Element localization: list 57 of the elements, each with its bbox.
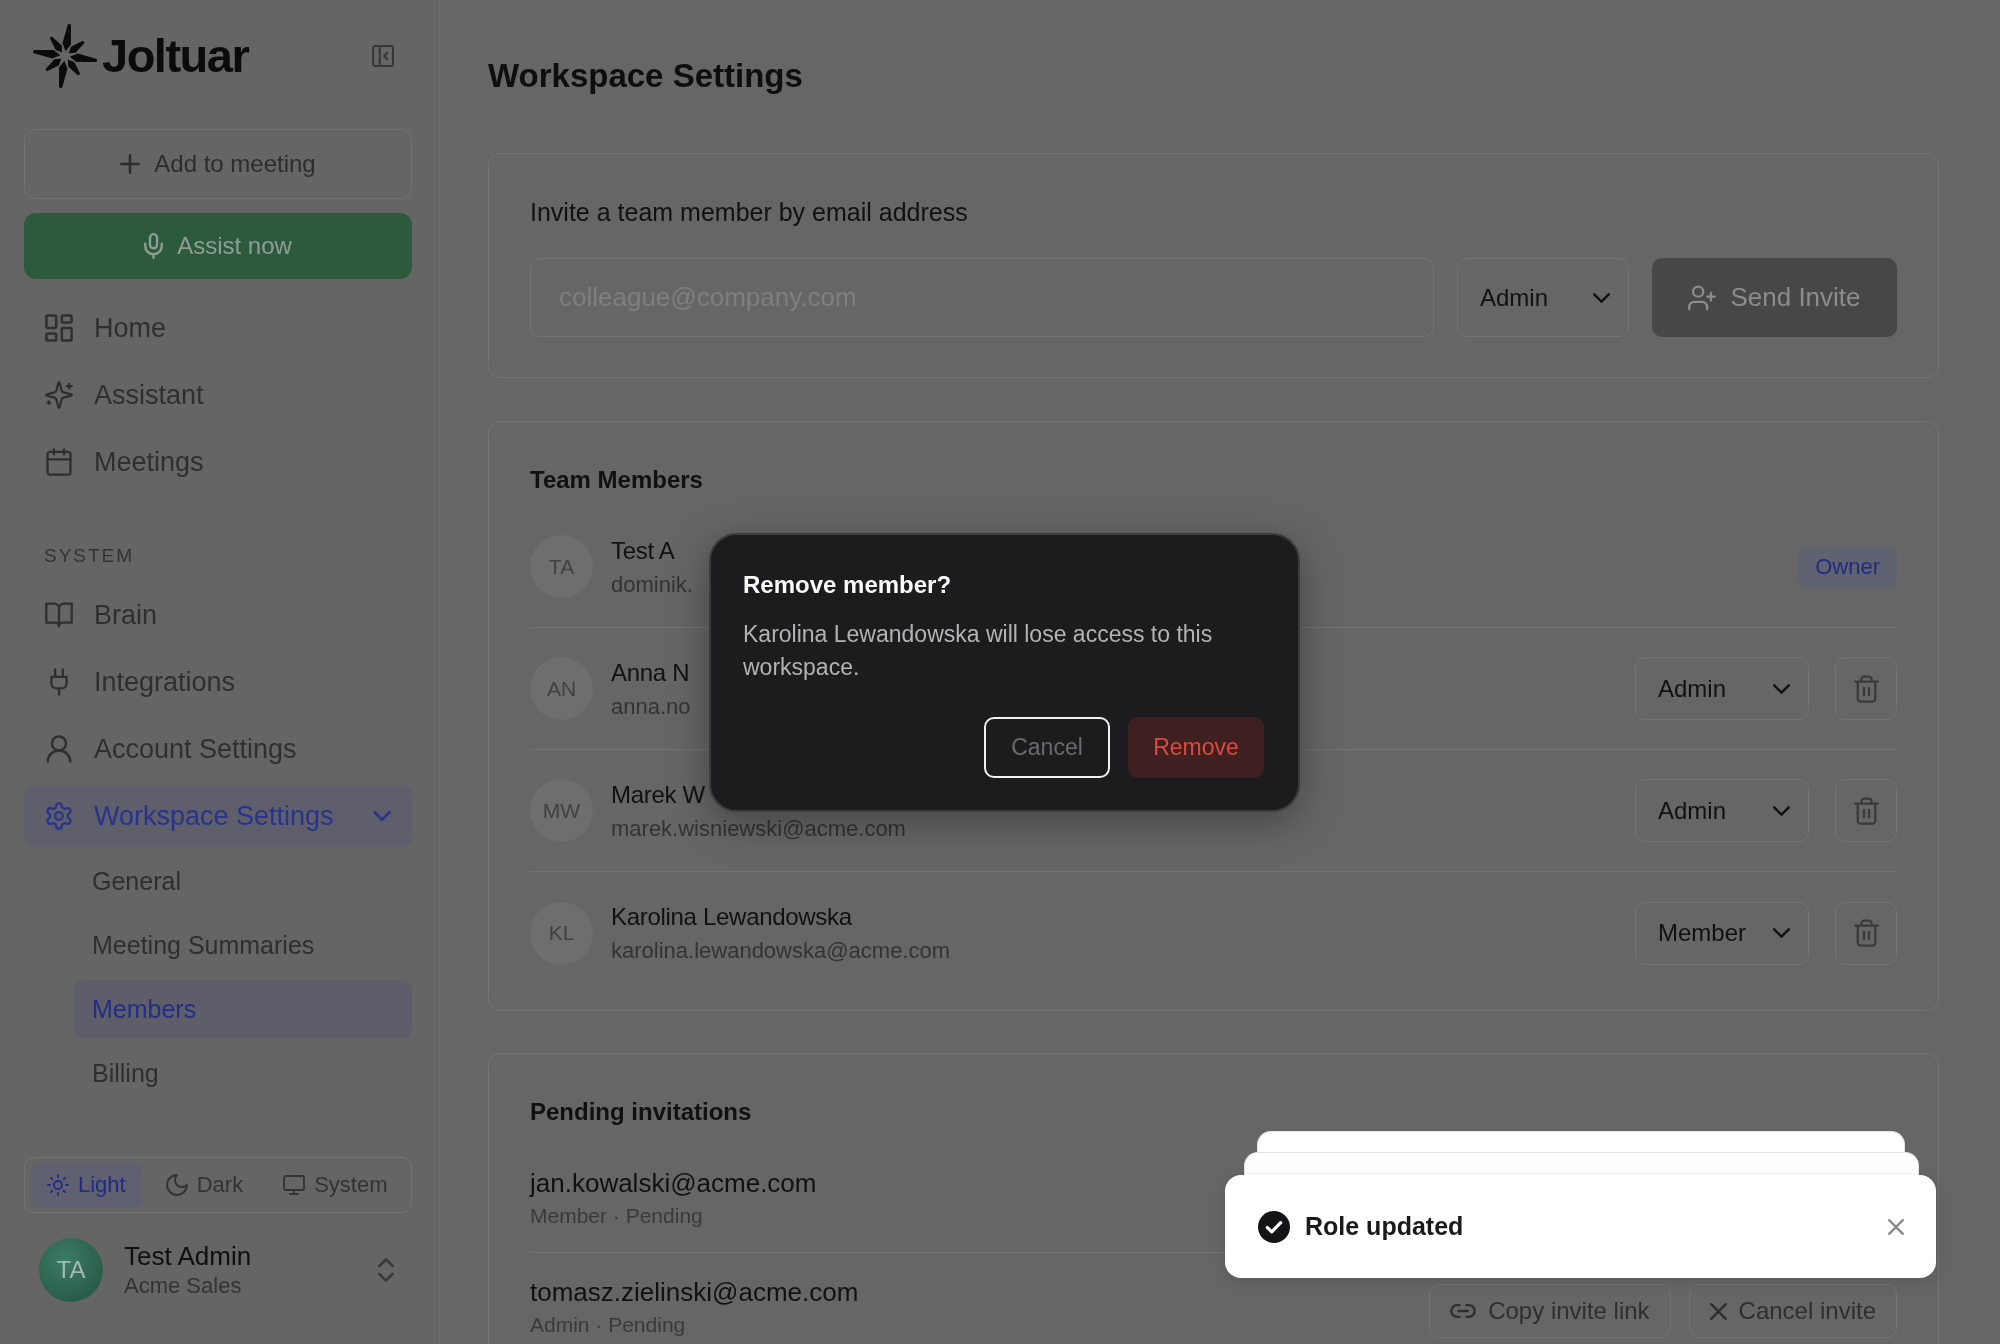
assist-now-button[interactable]: Assist now [24, 213, 412, 279]
member-name: Test A [611, 535, 675, 566]
section-heading: Pending invitations [530, 1097, 753, 1127]
settings-icon [45, 802, 73, 830]
chevron-down-icon [1773, 928, 1790, 938]
invitation-email: tomasz.zielinski@acme.com [530, 1276, 859, 1308]
chevron-down-icon [1593, 292, 1610, 303]
cancel-invite-button[interactable]: Cancel invite [1688, 1284, 1897, 1338]
cancel-button[interactable]: Cancel [984, 717, 1110, 778]
section-heading: Team Members [530, 465, 704, 495]
dialog-title: Remove member? [743, 570, 953, 600]
close-icon [1709, 1302, 1727, 1320]
role-select[interactable]: Member [1635, 901, 1809, 965]
trash-icon [1853, 919, 1879, 947]
brand-name: Joltuar [102, 28, 249, 84]
check-circle-icon [1258, 1210, 1290, 1243]
page-title: Workspace Settings [488, 56, 804, 96]
link-icon [1450, 1304, 1477, 1318]
sun-icon [47, 1174, 69, 1196]
chevron-down-icon [1773, 805, 1790, 816]
user-name: Test Admin [124, 1240, 252, 1272]
user-icon [45, 735, 73, 763]
delete-member-button[interactable] [1835, 657, 1897, 720]
delete-member-button[interactable] [1835, 779, 1897, 842]
add-to-meeting-button[interactable]: Add to meeting [24, 129, 412, 199]
invite-heading: Invite a team member by email address [530, 197, 969, 228]
user-avatar: TA [39, 1238, 103, 1302]
close-icon[interactable] [1888, 1218, 1904, 1235]
delete-member-button[interactable] [1835, 901, 1897, 965]
user-plus-icon [1688, 284, 1717, 311]
chevrons-up-down-icon[interactable] [378, 1258, 394, 1282]
microphone-icon [144, 233, 164, 259]
starburst-logo-icon [32, 23, 98, 89]
sparkles-icon [45, 381, 73, 409]
theme-option[interactable]: Light [31, 1163, 142, 1207]
book-icon [45, 601, 73, 629]
sidebar-collapse-icon[interactable] [372, 45, 394, 67]
calendar-icon [45, 448, 73, 476]
invitation-email: jan.kowalski@acme.com [530, 1167, 817, 1199]
dashboard-icon [45, 314, 73, 342]
plus-icon [120, 154, 141, 174]
member-name: Karolina Lewandowska [611, 902, 852, 932]
toast-message: Role updated [1305, 1212, 1465, 1241]
monitor-icon [283, 1174, 306, 1196]
chevron-down-icon [1773, 683, 1790, 694]
dialog-message: Karolina Lewandowska will lose access to this workspace. [743, 620, 1214, 682]
subnav-item[interactable]: Members [73, 980, 412, 1038]
role-select[interactable]: Admin [1635, 657, 1809, 720]
trash-icon [1853, 674, 1879, 703]
moon-icon [165, 1174, 188, 1196]
trash-icon [1853, 796, 1879, 825]
remove-button[interactable]: Remove [1128, 717, 1264, 778]
member-name: Marek W [611, 779, 705, 810]
role-badge: Owner [1798, 546, 1897, 587]
member-name: Anna N [611, 657, 690, 688]
chevron-down-icon [373, 811, 391, 821]
role-select[interactable]: Admin [1635, 779, 1809, 842]
